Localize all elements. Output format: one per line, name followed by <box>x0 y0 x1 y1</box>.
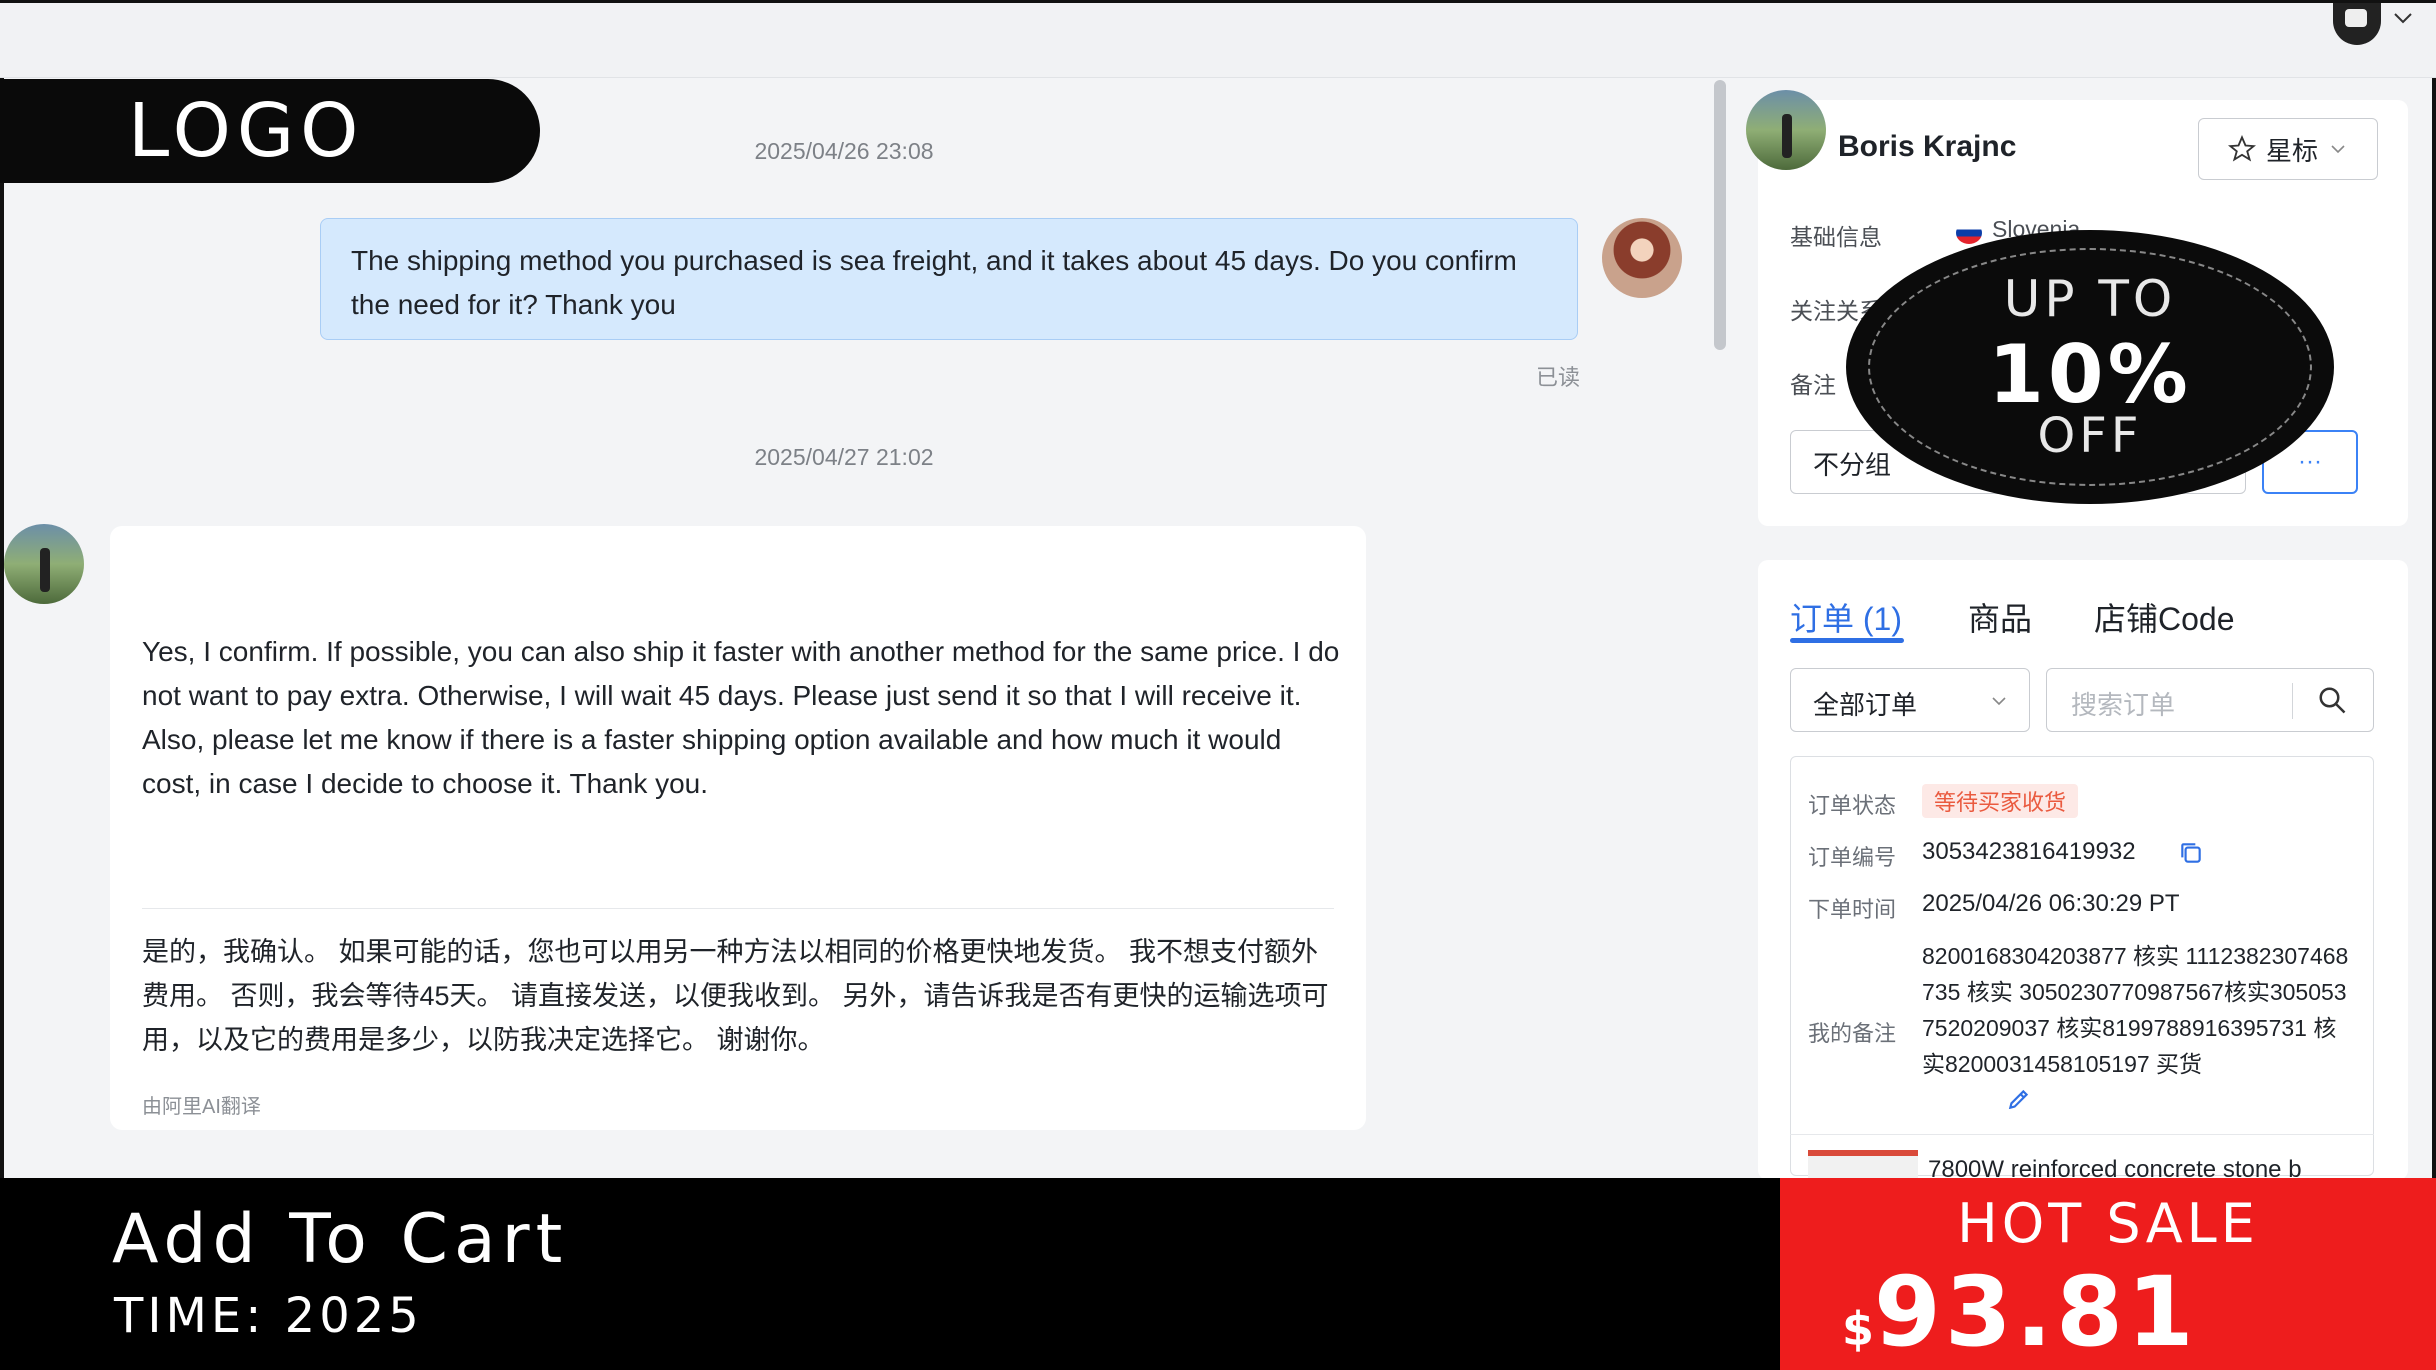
promo-banner: Add To Cart TIME: 2025 <box>0 1178 1780 1370</box>
order-time-value: 2025/04/26 06:30:29 PT <box>1922 890 2180 917</box>
chevron-down-icon[interactable] <box>2392 7 2414 29</box>
tab-orders[interactable]: 订单 (1) <box>1790 594 1902 640</box>
order-note-value: 8200168304203877 核实 1112382307468735 核实 … <box>1922 943 2349 1077</box>
order-search[interactable]: 搜索订单 <box>2046 668 2374 732</box>
read-status: 已读 <box>1535 365 1580 390</box>
promo-discount-badge: UP TO 10% OFF <box>1846 230 2334 504</box>
message-timestamp: 2025/04/26 23:08 <box>754 138 934 164</box>
copy-icon[interactable] <box>2178 840 2204 866</box>
price-value: 93.81 <box>1874 1256 2198 1368</box>
message-text: Yes, I confirm. If possible, you can als… <box>142 636 1340 799</box>
remark-label: 备注 <box>1790 372 1836 398</box>
message-text: The shipping method you purchased is sea… <box>351 245 1517 320</box>
chevron-down-icon <box>2331 145 2345 154</box>
promo-line1: UP TO <box>2003 270 2177 328</box>
order-number-value: 3053423816419932 <box>1922 838 2136 865</box>
tab-store-code[interactable]: 店铺Code <box>2094 594 2235 640</box>
order-number-label: 订单编号 <box>1808 845 1897 870</box>
agent-avatar <box>1602 218 1682 298</box>
logo: LOGO <box>0 79 540 183</box>
order-status-label: 订单状态 <box>1808 793 1897 818</box>
order-filter-value: 全部订单 <box>1813 690 1918 720</box>
basic-info-label: 基础信息 <box>1790 224 1882 250</box>
banner-title: Add To Cart <box>112 1200 569 1279</box>
user-avatar[interactable] <box>2333 3 2381 45</box>
left-edge <box>0 0 4 1370</box>
star-icon <box>2227 135 2256 162</box>
order-divider <box>1790 1134 2374 1135</box>
slovenia-flag-icon <box>1956 222 1982 244</box>
hot-sale-label: HOT SALE <box>1957 1192 2259 1255</box>
order-filter-select[interactable]: 全部订单 <box>1790 668 2030 732</box>
logo-text: LOGO <box>128 88 365 174</box>
banner-subtitle: TIME: 2025 <box>114 1288 423 1344</box>
active-tab-indicator <box>1790 638 1904 643</box>
tab-products[interactable]: 商品 <box>1968 594 2032 640</box>
edit-icon[interactable] <box>2006 1086 2032 1112</box>
star-label: 星标 <box>2265 135 2318 166</box>
chat-scrollbar[interactable] <box>1714 80 1726 350</box>
hot-sale-price: $93.81 <box>1842 1256 2198 1368</box>
top-bar <box>0 0 2436 78</box>
order-note-label: 我的备注 <box>1808 1021 1897 1046</box>
contact-avatar <box>1746 90 1826 170</box>
promo-line3: OFF <box>2037 408 2143 464</box>
search-divider <box>2292 683 2293 719</box>
outgoing-message-bubble[interactable]: The shipping method you purchased is sea… <box>320 218 1578 340</box>
order-search-placeholder: 搜索订单 <box>2071 690 2176 720</box>
hot-sale-badge: HOT SALE $93.81 <box>1780 1178 2436 1370</box>
message-translation: 是的，我确认。 如果可能的话，您也可以用另一种方法以相同的价格更快地发货。 我不… <box>142 937 1329 1055</box>
star-button[interactable]: 星标 <box>2198 118 2378 180</box>
order-time-label: 下单时间 <box>1808 897 1897 922</box>
incoming-message-bubble[interactable]: Yes, I confirm. If possible, you can als… <box>110 526 1366 1130</box>
customer-avatar <box>4 524 84 604</box>
translation-divider <box>142 908 1334 909</box>
status-badge: 等待买家收货 <box>1922 784 2079 818</box>
chevron-down-icon <box>1992 697 2006 706</box>
contact-name: Boris Krajnc <box>1838 130 2017 163</box>
search-icon[interactable] <box>2317 685 2347 715</box>
right-edge <box>2432 0 2436 1370</box>
message-timestamp: 2025/04/27 21:02 <box>754 444 934 470</box>
translation-source: 由阿里AI翻译 <box>142 1096 261 1118</box>
price-currency: $ <box>1842 1302 1875 1356</box>
